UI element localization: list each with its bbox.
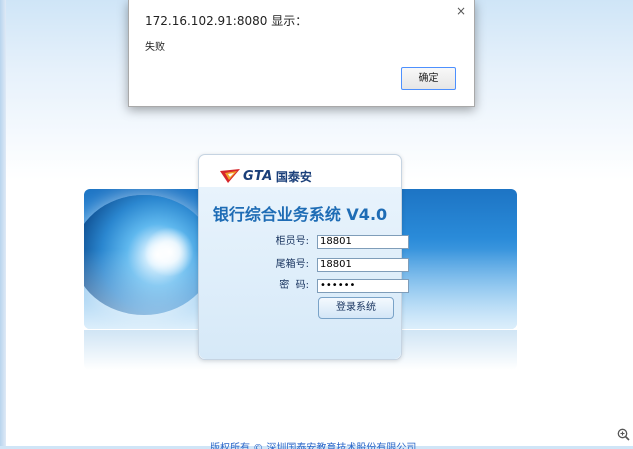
system-name: 银行综合业务系统	[212, 205, 341, 224]
password-label: 密 码:	[279, 280, 309, 291]
logo-text: GTA	[243, 168, 273, 184]
password-input[interactable]: ••••••	[317, 279, 409, 293]
system-title: 银行综合业务系统 V4.0	[199, 201, 401, 225]
alert-dialog: 172.16.102.91:8080 显示： × 失败 确定	[128, 0, 475, 107]
dialog-message: 失败	[145, 42, 165, 53]
login-panel: GTA 国泰安 银行综合业务系统 V4.0 柜员号: 18801 尾箱号: 18…	[198, 154, 409, 360]
window-left-edge	[0, 0, 6, 446]
system-version: V4.0	[346, 205, 388, 224]
teller-row: 柜员号: 18801	[199, 235, 409, 251]
gta-logo: GTA 国泰安	[219, 166, 312, 186]
ok-button[interactable]: 确定	[401, 67, 456, 90]
teller-input[interactable]: 18801	[317, 235, 409, 249]
gta-logo-mark-icon	[220, 169, 240, 183]
zoom-in-icon[interactable]	[617, 428, 630, 441]
logo-chinese-text: 国泰安	[275, 169, 312, 184]
dialog-title: 172.16.102.91:8080 显示：	[145, 14, 308, 28]
footer-copyright-link[interactable]: 版权所有 © 深圳国泰安教育技术股份有限公司	[210, 439, 416, 449]
close-icon[interactable]: ×	[456, 4, 466, 18]
terminal-input[interactable]: 18801	[317, 258, 409, 272]
login-button[interactable]: 登录系统	[318, 297, 394, 319]
teller-label: 柜员号:	[275, 236, 309, 247]
terminal-row: 尾箱号: 18801	[199, 258, 409, 274]
password-row: 密 码: ••••••	[199, 279, 409, 295]
terminal-label: 尾箱号:	[275, 259, 309, 270]
